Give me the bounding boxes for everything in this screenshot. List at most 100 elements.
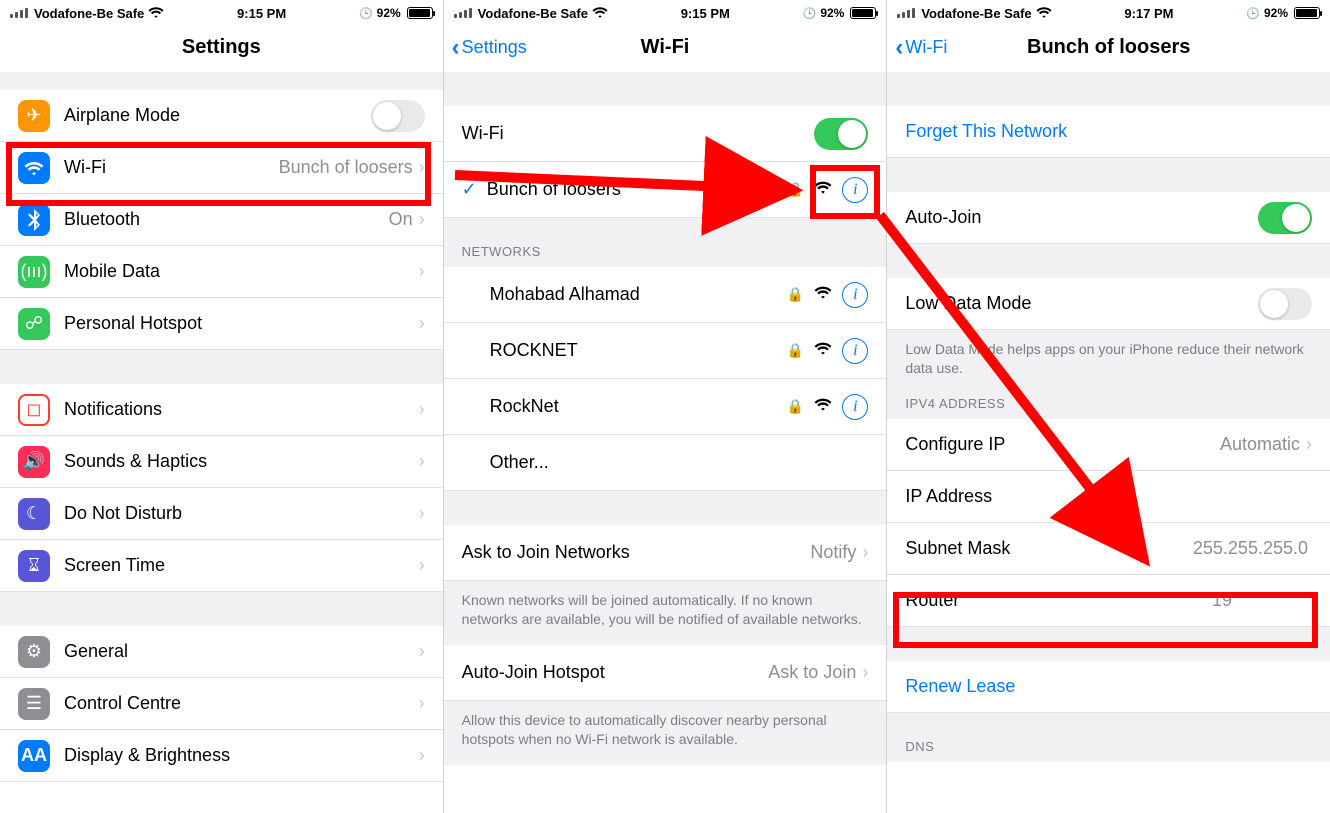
battery-pct: 92%: [377, 6, 401, 20]
back-button[interactable]: ‹ Wi-Fi: [895, 34, 947, 62]
info-icon[interactable]: i: [842, 177, 868, 203]
row-control-centre[interactable]: ☰ Control Centre ›: [0, 678, 443, 730]
chevron-right-icon: ›: [419, 503, 425, 524]
row-network[interactable]: ROCKNET 🔒 i: [444, 323, 887, 379]
page-title: Wi-Fi: [641, 36, 690, 59]
row-label: Wi-Fi: [462, 123, 815, 144]
row-current-network[interactable]: ✓ Bunch of loosers 🔒 i: [444, 162, 887, 218]
back-label: Wi-Fi: [905, 37, 947, 58]
row-forget-network[interactable]: Forget This Network: [887, 106, 1330, 158]
row-label: Ask to Join Networks: [462, 542, 811, 563]
row-ip-address: IP Address: [887, 471, 1330, 523]
signal-icon: [454, 8, 472, 18]
row-value: Ask to Join: [768, 662, 856, 683]
row-network[interactable]: Mohabad Alhamad 🔒 i: [444, 267, 887, 323]
chevron-right-icon: ›: [419, 313, 425, 334]
row-label: Other...: [490, 452, 869, 473]
battery-icon: [407, 7, 433, 19]
row-label: Low Data Mode: [905, 293, 1258, 314]
forget-link[interactable]: Forget This Network: [905, 121, 1312, 142]
sounds-icon: 🔊: [18, 446, 50, 478]
row-ask-to-join[interactable]: Ask to Join Networks Notify ›: [444, 525, 887, 581]
row-value: 19: [1212, 590, 1232, 611]
row-network[interactable]: RockNet 🔒 i: [444, 379, 887, 435]
check-icon: ✓: [462, 179, 477, 200]
renew-link[interactable]: Renew Lease: [905, 676, 1312, 697]
row-airplane[interactable]: ✈︎ Airplane Mode: [0, 90, 443, 142]
row-hotspot[interactable]: ☍ Personal Hotspot ›: [0, 298, 443, 350]
auto-join-toggle[interactable]: [1258, 202, 1312, 234]
wifi-signal-icon: [814, 397, 832, 416]
row-dnd[interactable]: ☾ Do Not Disturb ›: [0, 488, 443, 540]
clock: 9:15 PM: [164, 6, 359, 21]
carrier-label: Vodafone-Be Safe: [34, 6, 144, 21]
row-subnet-mask: Subnet Mask 255.255.255.0: [887, 523, 1330, 575]
row-label: Screen Time: [64, 555, 417, 576]
dns-header: DNS: [887, 713, 1330, 762]
navbar: ‹ Wi-Fi Bunch of loosers: [887, 24, 1330, 72]
network-name: Bunch of loosers: [487, 179, 787, 200]
lock-icon: 🔒: [787, 342, 804, 359]
row-low-data[interactable]: Low Data Mode: [887, 278, 1330, 330]
text-size-icon: AA: [18, 740, 50, 772]
row-label: Personal Hotspot: [64, 313, 417, 334]
autojoin-footer: Allow this device to automatically disco…: [444, 701, 887, 765]
status-bar: Vodafone-Be Safe 9:17 PM 🕒 92%: [887, 0, 1330, 24]
info-icon[interactable]: i: [842, 338, 868, 364]
row-display[interactable]: AA Display & Brightness ›: [0, 730, 443, 782]
chevron-right-icon: ›: [419, 451, 425, 472]
row-auto-join-hotspot[interactable]: Auto-Join Hotspot Ask to Join ›: [444, 645, 887, 701]
row-label: Auto-Join Hotspot: [462, 662, 769, 683]
row-general[interactable]: ⚙︎ General ›: [0, 626, 443, 678]
page-title: Settings: [182, 36, 261, 59]
row-notifications[interactable]: ◻︎ Notifications ›: [0, 384, 443, 436]
alarm-icon: 🕒: [1246, 7, 1260, 20]
info-icon[interactable]: i: [842, 394, 868, 420]
lock-icon: 🔒: [787, 181, 804, 198]
clock: 9:17 PM: [1052, 6, 1247, 21]
lock-icon: 🔒: [787, 398, 804, 415]
carrier-label: Vodafone-Be Safe: [921, 6, 1031, 21]
row-auto-join[interactable]: Auto-Join: [887, 192, 1330, 244]
row-wifi[interactable]: Wi-Fi Bunch of loosers ›: [0, 142, 443, 194]
row-value: Notify: [810, 542, 856, 563]
wifi-icon: [148, 6, 164, 21]
row-mobile-data[interactable]: (ııı) Mobile Data ›: [0, 246, 443, 298]
wifi-signal-icon: [814, 180, 832, 199]
wifi-icon: [592, 6, 608, 21]
row-wifi-toggle[interactable]: Wi-Fi: [444, 106, 887, 162]
carrier-label: Vodafone-Be Safe: [478, 6, 588, 21]
ipv4-header: IPV4 ADDRESS: [887, 390, 1330, 419]
wifi-toggle[interactable]: [814, 118, 868, 150]
row-renew-lease[interactable]: Renew Lease: [887, 661, 1330, 713]
low-data-toggle[interactable]: [1258, 288, 1312, 320]
row-label: Subnet Mask: [905, 538, 1193, 559]
airplane-icon: ✈︎: [18, 100, 50, 132]
wifi-icon: [18, 152, 50, 184]
row-label: Airplane Mode: [64, 105, 371, 126]
row-value: Bunch of loosers: [279, 157, 413, 178]
moon-icon: ☾: [18, 498, 50, 530]
status-bar: Vodafone-Be Safe 9:15 PM 🕒 92%: [444, 0, 887, 24]
chevron-left-icon: ‹: [895, 34, 903, 62]
row-configure-ip[interactable]: Configure IP Automatic ›: [887, 419, 1330, 471]
back-button[interactable]: ‹ Settings: [452, 34, 527, 62]
bluetooth-icon: [18, 204, 50, 236]
info-icon[interactable]: i: [842, 282, 868, 308]
row-other-network[interactable]: Other...: [444, 435, 887, 491]
lock-icon: 🔒: [787, 286, 804, 303]
row-bluetooth[interactable]: Bluetooth On ›: [0, 194, 443, 246]
networks-header: NETWORKS: [444, 218, 887, 267]
row-label: Control Centre: [64, 693, 417, 714]
row-label: Mobile Data: [64, 261, 417, 282]
row-sounds[interactable]: 🔊 Sounds & Haptics ›: [0, 436, 443, 488]
row-value: On: [389, 209, 413, 230]
airplane-toggle[interactable]: [371, 100, 425, 132]
screen-wifi: Vodafone-Be Safe 9:15 PM 🕒 92% ‹ Setting…: [444, 0, 888, 813]
clock: 9:15 PM: [608, 6, 803, 21]
row-label: Configure IP: [905, 434, 1220, 455]
row-label: Bluetooth: [64, 209, 389, 230]
row-screentime[interactable]: ⌛︎ Screen Time ›: [0, 540, 443, 592]
row-label: General: [64, 641, 417, 662]
row-label: Notifications: [64, 399, 417, 420]
